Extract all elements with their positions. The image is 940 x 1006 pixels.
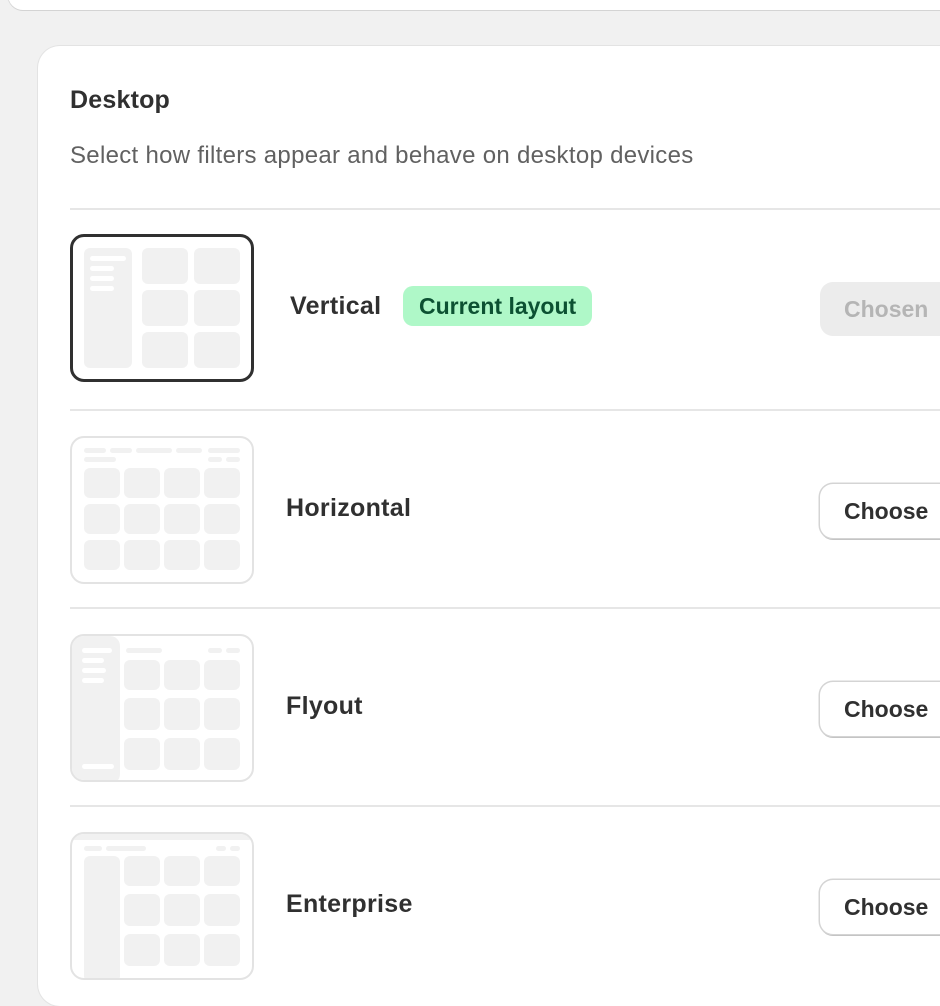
layout-option-vertical[interactable]: Vertical Current layout Chosen <box>70 234 940 384</box>
choose-button[interactable]: Choose <box>820 484 940 538</box>
divider <box>70 805 940 807</box>
divider <box>70 208 940 210</box>
desktop-layout-card: Desktop Select how filters appear and be… <box>38 46 940 1006</box>
previous-card <box>8 0 940 10</box>
layout-thumbnail-vertical[interactable] <box>70 234 254 382</box>
divider <box>70 409 940 411</box>
section-subtitle: Select how filters appear and behave on … <box>70 142 694 169</box>
section-title: Desktop <box>70 86 171 114</box>
layout-option-horizontal[interactable]: Horizontal Choose <box>70 436 940 586</box>
card-header[interactable]: Desktop Select how filters appear and be… <box>70 86 940 210</box>
current-layout-badge: Current layout <box>403 286 593 326</box>
layout-name: Vertical <box>290 292 382 320</box>
layout-name: Enterprise <box>286 890 413 918</box>
layout-thumbnail-horizontal[interactable] <box>70 436 254 584</box>
layout-name: Horizontal <box>286 494 412 522</box>
layout-name: Flyout <box>286 692 363 720</box>
choose-button[interactable]: Choose <box>820 682 940 736</box>
choose-button[interactable]: Choose <box>820 880 940 934</box>
chosen-button[interactable]: Chosen <box>820 282 940 336</box>
layout-thumbnail-enterprise[interactable] <box>70 832 254 980</box>
layout-option-enterprise[interactable]: Enterprise Choose <box>70 832 940 982</box>
layout-option-flyout[interactable]: Flyout Choose <box>70 634 940 784</box>
divider <box>70 607 940 609</box>
layout-thumbnail-flyout[interactable] <box>70 634 254 782</box>
